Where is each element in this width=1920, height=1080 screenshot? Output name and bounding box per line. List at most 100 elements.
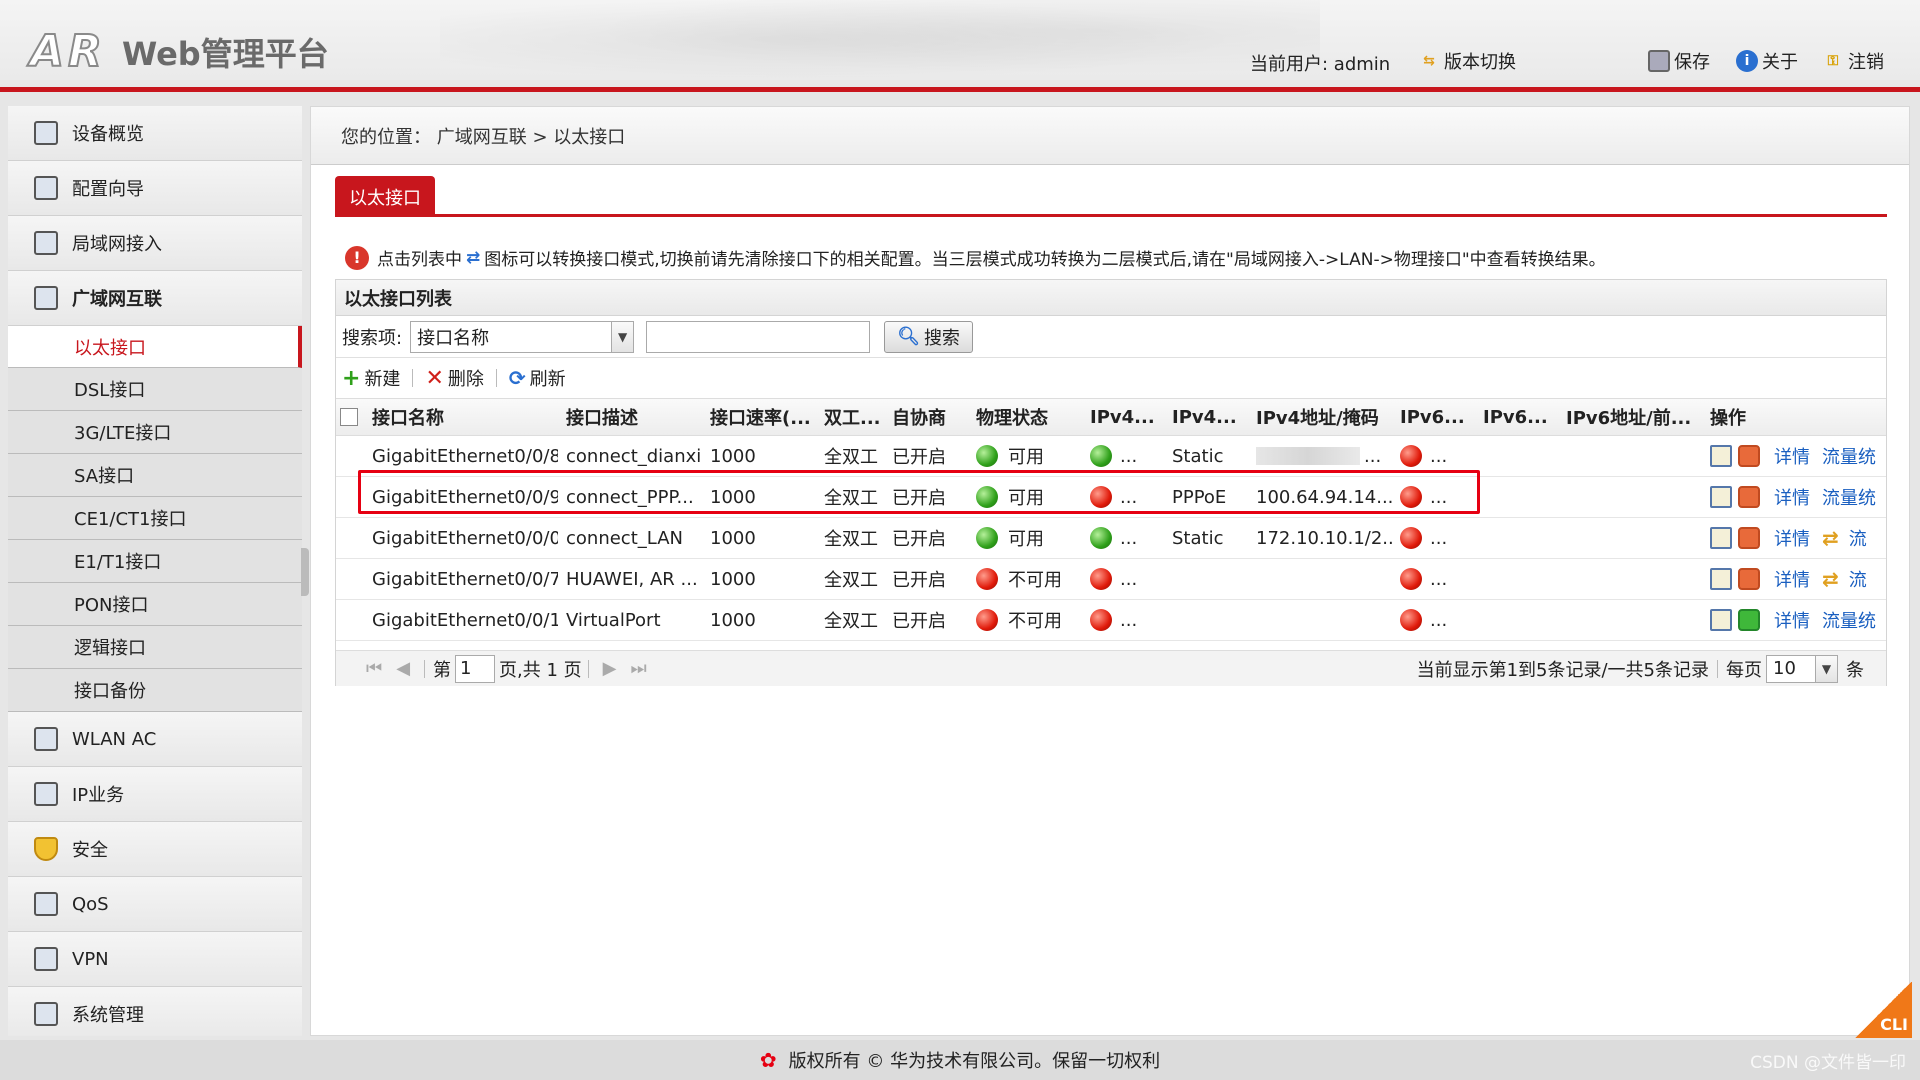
sidebar-subitem-3g-lte[interactable]: 3G/LTE接口	[8, 411, 302, 454]
sidebar-item-system-management[interactable]: 系统管理	[8, 987, 302, 1036]
table-row[interactable]: GigabitEthernet0/0/10 VirtualPort 1000 全…	[336, 600, 1886, 641]
sidebar-item-ip-service[interactable]: IP业务	[8, 767, 302, 822]
new-button[interactable]: + 新建	[342, 365, 400, 391]
col-header[interactable]: 自协商	[892, 399, 946, 435]
sidebar-item-qos[interactable]: QoS	[8, 877, 302, 932]
col-header[interactable]: 双工...	[824, 399, 886, 435]
save-link[interactable]: 保存	[1648, 48, 1710, 74]
sidebar-subitem-ethernet[interactable]: 以太接口	[8, 326, 302, 368]
table-row[interactable]: GigabitEthernet0/0/0 connect_LAN 1000 全双…	[336, 518, 1886, 559]
sidebar-item-lan-access[interactable]: 局域网接入	[8, 216, 302, 271]
disable-icon[interactable]	[1738, 445, 1760, 467]
sidebar-item-vpn[interactable]: VPN	[8, 932, 302, 987]
col-header[interactable]: IPv6...	[1483, 399, 1547, 435]
col-header[interactable]: IPv4...	[1172, 399, 1236, 435]
autoneg-cell: 已开启	[892, 570, 946, 591]
info-icon: i	[1736, 50, 1758, 72]
search-button[interactable]: 🔍︎ 搜索	[884, 320, 973, 353]
col-header[interactable]: 接口名称	[372, 399, 444, 435]
tab-ethernet-interface[interactable]: 以太接口	[335, 176, 435, 217]
detail-link[interactable]: 详情	[1774, 566, 1810, 592]
logout-label: 注销	[1848, 52, 1884, 73]
ip-service-icon	[34, 782, 58, 806]
logout-link[interactable]: ⚿ 注销	[1822, 48, 1884, 74]
traffic-stats-link[interactable]: 流量统	[1822, 484, 1876, 510]
sidebar-item-label: 系统管理	[72, 1005, 144, 1026]
app-title: Web管理平台	[121, 34, 329, 73]
mode-switch-icon[interactable]: ⇄	[1822, 526, 1839, 550]
sidebar-subitem-backup[interactable]: 接口备份	[8, 669, 302, 712]
sidebar-item-device-overview[interactable]: 设备概览	[8, 106, 302, 161]
search-input[interactable]	[646, 320, 871, 353]
disable-icon[interactable]	[1738, 527, 1760, 549]
table-row[interactable]: GigabitEthernet0/0/7 HUAWEI, AR ... 1000…	[336, 559, 1886, 600]
first-page-icon[interactable]: ⏮	[366, 658, 382, 679]
security-shield-icon	[34, 837, 58, 861]
notice-prefix: 点击列表中	[377, 250, 462, 270]
sidebar-item-wlan-ac[interactable]: WLAN AC	[8, 712, 302, 767]
main-content: 您的位置： 广域网互联 > 以太接口 以太接口 ! 点击列表中 ⇄ 图标可以转换…	[310, 106, 1910, 1036]
col-header[interactable]: IPv6...	[1400, 399, 1464, 435]
version-switch-link[interactable]: ⇆ 版本切换	[1418, 48, 1516, 74]
sidebar: 设备概览 配置向导 局域网接入 广域网互联 以太接口 DSL接口 3G/LTE接…	[8, 106, 302, 1036]
per-page-unit: 条	[1846, 659, 1864, 681]
enable-icon[interactable]	[1738, 609, 1760, 631]
operations-cell: 详情 流量统	[1710, 477, 1880, 517]
edit-icon[interactable]	[1710, 568, 1732, 590]
traffic-stats-link[interactable]: 流量统	[1822, 443, 1876, 469]
col-header[interactable]: IPv4地址/掩码	[1256, 399, 1379, 435]
detail-link[interactable]: 详情	[1774, 525, 1810, 551]
phy-status-text: 不可用	[1008, 570, 1062, 591]
about-link[interactable]: i 关于	[1736, 48, 1798, 74]
toolbar-divider	[495, 369, 497, 387]
sidebar-subitem-e1-t1[interactable]: E1/T1接口	[8, 540, 302, 583]
col-header[interactable]: 物理状态	[976, 399, 1048, 435]
per-page-value: 10	[1773, 658, 1796, 679]
col-header[interactable]: 接口速率(...	[710, 399, 816, 435]
copyright-text: 版权所有 © 华为技术有限公司。保留一切权利	[788, 1051, 1161, 1072]
page-number-input[interactable]: 1	[455, 654, 496, 683]
traffic-stats-link[interactable]: 流	[1849, 525, 1867, 551]
version-switch-label: 版本切换	[1444, 52, 1516, 73]
sidebar-item-wan[interactable]: 广域网互联	[8, 271, 302, 326]
mode-switch-icon[interactable]: ⇄	[1822, 567, 1839, 591]
sidebar-item-security[interactable]: 安全	[8, 822, 302, 877]
cli-button[interactable]: CLI	[1854, 982, 1912, 1038]
panel-title: 以太接口列表	[336, 280, 1886, 316]
sidebar-subitem-sa[interactable]: SA接口	[8, 454, 302, 497]
sidebar-subitem-ce1-ct1[interactable]: CE1/CT1接口	[8, 497, 302, 540]
edit-icon[interactable]	[1710, 527, 1732, 549]
sidebar-subitem-pon[interactable]: PON接口	[8, 583, 302, 626]
vpn-icon	[34, 947, 58, 971]
detail-link[interactable]: 详情	[1774, 607, 1810, 633]
search-label: 搜索项:	[342, 327, 403, 349]
table-header: 接口名称 接口描述 接口速率(... 双工... 自协商 物理状态 IPv4..…	[336, 398, 1886, 436]
detail-link[interactable]: 详情	[1774, 484, 1810, 510]
edit-icon[interactable]	[1710, 486, 1732, 508]
disable-icon[interactable]	[1738, 568, 1760, 590]
col-header[interactable]: IPv6地址/前...	[1566, 399, 1696, 435]
disable-icon[interactable]	[1738, 486, 1760, 508]
sidebar-collapse-handle[interactable]	[301, 548, 309, 596]
ipv6-status-indicator	[1400, 559, 1422, 599]
per-page-select[interactable]: 10 ▼	[1766, 654, 1838, 683]
prev-page-icon[interactable]: ◀	[396, 658, 410, 679]
refresh-button[interactable]: ⟳ 刷新	[509, 365, 566, 391]
notice-suffix: 图标可以转换接口模式,切换前请先清除接口下的相关配置。当三层模式成功转换为二层模…	[484, 250, 1606, 270]
traffic-stats-link[interactable]: 流	[1849, 566, 1867, 592]
search-field-select[interactable]: 接口名称 ▼	[410, 320, 635, 353]
last-page-icon[interactable]: ⏭	[631, 658, 647, 679]
edit-icon[interactable]	[1710, 445, 1732, 467]
col-header[interactable]: 接口描述	[566, 399, 638, 435]
sidebar-subitem-dsl[interactable]: DSL接口	[8, 368, 302, 411]
next-page-icon[interactable]: ▶	[603, 658, 617, 679]
ipv4-addr-cell: 172.10.10.1/2...	[1256, 527, 1392, 549]
detail-link[interactable]: 详情	[1774, 443, 1810, 469]
sidebar-subitem-logical[interactable]: 逻辑接口	[8, 626, 302, 669]
col-header[interactable]: IPv4...	[1090, 399, 1154, 435]
sidebar-item-config-wizard[interactable]: 配置向导	[8, 161, 302, 216]
delete-button[interactable]: ✕ 删除	[425, 365, 483, 391]
select-all-checkbox[interactable]	[340, 408, 358, 426]
traffic-stats-link[interactable]: 流量统	[1822, 607, 1876, 633]
edit-icon[interactable]	[1710, 609, 1732, 631]
